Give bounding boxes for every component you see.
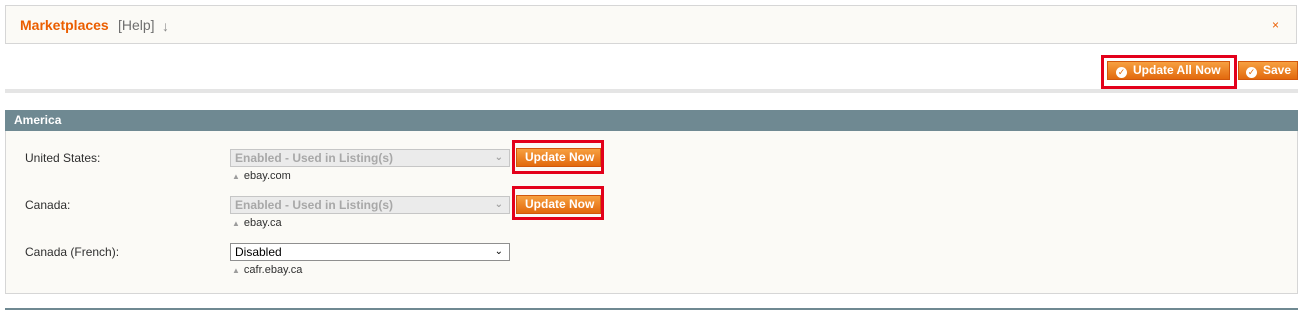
toolbar-divider bbox=[5, 89, 1298, 93]
chevron-down-icon: ⌄ bbox=[494, 152, 503, 163]
chevron-down-icon: ⌄ bbox=[494, 246, 503, 257]
close-icon[interactable]: × bbox=[1272, 18, 1279, 32]
canada-value: Enabled - Used in Listing(s) bbox=[235, 198, 394, 212]
united-states-select: Enabled - Used in Listing(s) ⌄ bbox=[230, 149, 510, 167]
canada-note: ▲ ebay.ca bbox=[232, 217, 282, 229]
help-link[interactable]: [Help] bbox=[118, 17, 155, 33]
canada-select: Enabled - Used in Listing(s) ⌄ bbox=[230, 196, 510, 214]
highlight-box bbox=[512, 140, 604, 174]
triangle-up-icon: ▲ bbox=[232, 172, 240, 181]
united-states-domain: ebay.com bbox=[243, 170, 291, 182]
check-icon: ✓ bbox=[1246, 67, 1257, 78]
chevron-down-icon: ⌄ bbox=[494, 199, 503, 210]
united-states-label: United States: bbox=[25, 151, 101, 165]
save-button[interactable]: ✓ Save bbox=[1238, 61, 1298, 80]
save-label: Save bbox=[1263, 63, 1292, 77]
canada-french-domain: cafr.ebay.ca bbox=[243, 264, 303, 276]
canada-french-note: ▲ cafr.ebay.ca bbox=[232, 264, 302, 276]
canada-french-value: Disabled bbox=[235, 245, 282, 259]
highlight-box bbox=[1101, 55, 1237, 89]
highlight-box bbox=[512, 186, 604, 220]
united-states-value: Enabled - Used in Listing(s) bbox=[235, 151, 394, 165]
section-header: America bbox=[5, 110, 1298, 131]
canada-french-select[interactable]: Disabled ⌄ bbox=[230, 243, 510, 261]
united-states-note: ▲ ebay.com bbox=[232, 170, 291, 182]
marketplaces-header: Marketplaces [Help] ↓ × bbox=[5, 5, 1297, 44]
triangle-up-icon: ▲ bbox=[232, 219, 240, 228]
page-title: Marketplaces bbox=[20, 17, 109, 33]
canada-french-label: Canada (French): bbox=[25, 245, 120, 259]
collapse-arrow-icon[interactable]: ↓ bbox=[162, 18, 169, 34]
triangle-up-icon: ▲ bbox=[232, 266, 240, 275]
bottom-divider bbox=[5, 308, 1298, 310]
section-body bbox=[5, 131, 1298, 294]
canada-label: Canada: bbox=[25, 198, 71, 212]
canada-domain: ebay.ca bbox=[243, 217, 282, 229]
